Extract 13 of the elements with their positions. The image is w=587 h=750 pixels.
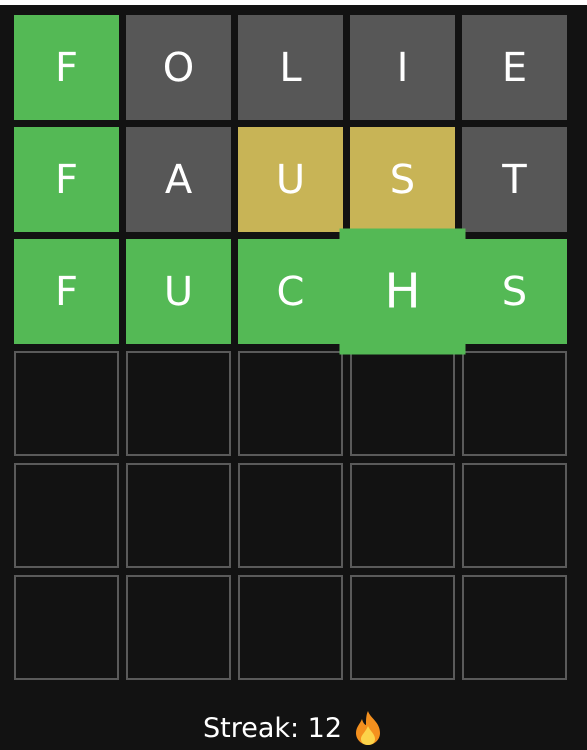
letter-tile: H: [340, 228, 466, 354]
letter-tile: E: [462, 15, 567, 120]
letter-tile: F: [14, 15, 119, 120]
letter-tile: L: [238, 15, 343, 120]
letter-tile: U: [126, 239, 231, 344]
letter-tile: T: [462, 127, 567, 232]
letter-tile: A: [126, 127, 231, 232]
letter-tile: F: [14, 239, 119, 344]
streak-counter: Streak: 12: [202, 712, 342, 744]
letter-tile: O: [126, 15, 231, 120]
letter-tile: I: [350, 15, 455, 120]
letter-tile: U: [238, 127, 343, 232]
letter-tile: F: [14, 127, 119, 232]
